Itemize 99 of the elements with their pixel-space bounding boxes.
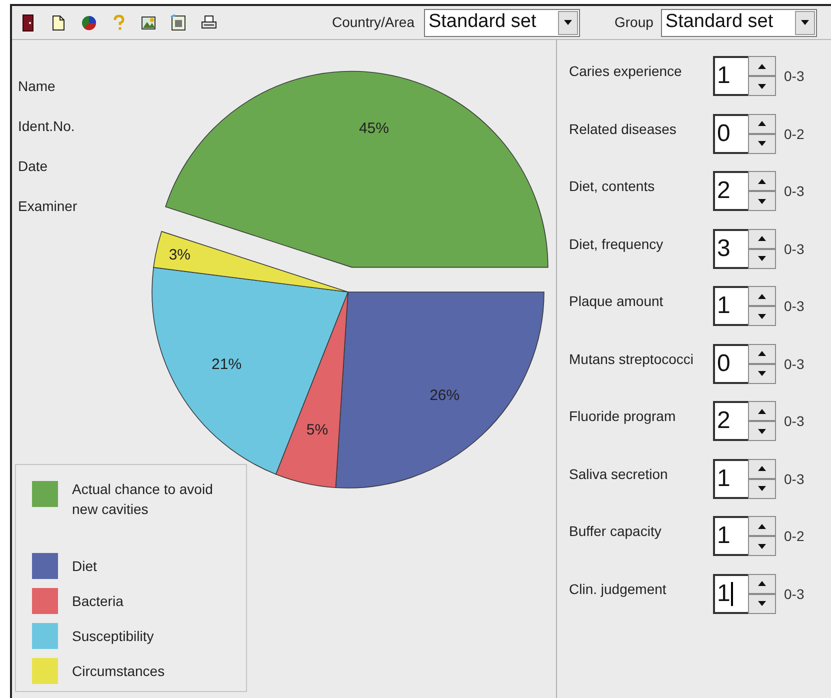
legend-swatch bbox=[32, 622, 58, 649]
legend-label: Actual chance to avoid new cavities bbox=[72, 480, 214, 519]
selector-label: Country/Area bbox=[332, 13, 414, 32]
spin-down-button[interactable] bbox=[748, 191, 776, 211]
range-label: 0-3 bbox=[784, 412, 804, 431]
field-label: Examiner bbox=[18, 197, 78, 216]
range-label: 0-3 bbox=[784, 240, 804, 258]
up-arrow-icon[interactable] bbox=[758, 178, 766, 184]
range-label: 0-3 bbox=[784, 297, 804, 316]
spin-down-button[interactable] bbox=[748, 364, 776, 384]
factor-label: Buffer capacity bbox=[569, 522, 662, 540]
up-arrow-icon[interactable] bbox=[758, 524, 766, 528]
spin-down-button[interactable] bbox=[748, 306, 776, 326]
value-field[interactable]: 2 bbox=[713, 171, 748, 211]
spin-down-button[interactable] bbox=[748, 248, 776, 268]
range-label: 0-3 bbox=[784, 584, 804, 604]
value-field[interactable]: 1 bbox=[713, 516, 748, 556]
up-arrow-icon[interactable] bbox=[758, 581, 766, 586]
value-field[interactable]: 0 bbox=[713, 344, 748, 384]
spin-up-button[interactable] bbox=[748, 516, 776, 536]
picture-icon[interactable] bbox=[170, 14, 188, 32]
up-arrow-icon[interactable] bbox=[758, 408, 766, 414]
up-arrow-icon[interactable] bbox=[758, 64, 766, 68]
spin-down-button[interactable] bbox=[748, 478, 776, 498]
factor-label: Related diseases bbox=[569, 120, 678, 138]
value-field[interactable]: 3 bbox=[713, 228, 748, 268]
up-arrow-icon[interactable] bbox=[758, 236, 766, 241]
selector-label: Group bbox=[614, 13, 654, 32]
range-label: 0-2 bbox=[784, 124, 804, 144]
spin-up-button[interactable] bbox=[748, 458, 776, 478]
down-arrow-icon[interactable] bbox=[758, 486, 766, 491]
value-field[interactable]: 2 bbox=[713, 401, 748, 441]
dropdown[interactable]: Standard set bbox=[424, 8, 580, 36]
spin-up-button[interactable] bbox=[748, 344, 776, 364]
range-label: 0-3 bbox=[784, 67, 804, 86]
spin-down-button[interactable] bbox=[748, 421, 776, 441]
slice-label: 5% bbox=[306, 422, 328, 439]
legend-label: Susceptibility bbox=[72, 626, 155, 646]
spin-down-button[interactable] bbox=[748, 594, 776, 614]
up-arrow-icon[interactable] bbox=[758, 466, 766, 471]
dropdown-arrow-icon[interactable] bbox=[564, 20, 572, 25]
down-arrow-icon[interactable] bbox=[758, 84, 766, 88]
down-arrow-icon[interactable] bbox=[758, 601, 766, 606]
spin-down-button[interactable] bbox=[748, 134, 776, 154]
value-field[interactable]: 1 bbox=[713, 56, 748, 96]
spin-up-button[interactable] bbox=[748, 401, 776, 421]
spin-up-button[interactable] bbox=[748, 286, 776, 306]
value-field[interactable]: 0 bbox=[713, 114, 748, 154]
down-arrow-icon[interactable] bbox=[758, 544, 766, 548]
slice-label: 21% bbox=[212, 356, 242, 373]
legend-label: Circumstances bbox=[72, 662, 166, 681]
field-label: Date bbox=[18, 157, 48, 176]
range-label: 0-3 bbox=[784, 354, 804, 374]
value-field[interactable]: 1 bbox=[713, 574, 748, 614]
legend-swatch bbox=[32, 658, 58, 684]
legend-label: Bacteria bbox=[72, 592, 124, 611]
spin-up-button[interactable] bbox=[748, 228, 776, 248]
up-arrow-icon[interactable] bbox=[758, 121, 766, 126]
legend-swatch bbox=[32, 588, 58, 614]
field-label: Name bbox=[18, 77, 56, 96]
factor-label: Mutans streptococci bbox=[569, 350, 694, 368]
legend-label: Diet bbox=[72, 556, 98, 576]
up-arrow-icon[interactable] bbox=[758, 351, 766, 356]
range-label: 0-3 bbox=[784, 182, 804, 201]
pie-chart-icon[interactable] bbox=[80, 14, 98, 32]
spin-up-button[interactable] bbox=[748, 574, 776, 594]
legend-swatch bbox=[32, 552, 58, 579]
factor-label: Diet, contents bbox=[569, 177, 656, 195]
printer-icon[interactable] bbox=[200, 14, 218, 32]
down-arrow-icon[interactable] bbox=[758, 198, 766, 204]
slice-label: 3% bbox=[168, 246, 191, 264]
factor-label: Saliva secretion bbox=[569, 464, 669, 482]
value-field[interactable]: 1 bbox=[713, 286, 748, 326]
factor-label: Caries experience bbox=[569, 62, 683, 80]
slice-label: 45% bbox=[358, 120, 389, 137]
factor-label: Diet, frequency bbox=[569, 234, 664, 252]
factor-label: Plaque amount bbox=[569, 292, 664, 310]
factor-label: Clin. judgement bbox=[569, 580, 668, 598]
legend-swatch bbox=[32, 481, 58, 507]
spin-down-button[interactable] bbox=[748, 76, 776, 96]
down-arrow-icon[interactable] bbox=[758, 141, 766, 146]
down-arrow-icon[interactable] bbox=[758, 314, 766, 318]
slice-label: 26% bbox=[430, 386, 460, 404]
spin-up-button[interactable] bbox=[748, 56, 776, 76]
spin-down-button[interactable] bbox=[748, 536, 776, 556]
range-label: 0-3 bbox=[784, 470, 804, 488]
value-field[interactable]: 1 bbox=[713, 458, 748, 498]
down-arrow-icon[interactable] bbox=[758, 256, 766, 261]
down-arrow-icon[interactable] bbox=[758, 428, 766, 434]
spin-up-button[interactable] bbox=[748, 171, 776, 191]
picture-icon[interactable] bbox=[140, 14, 158, 32]
down-arrow-icon[interactable] bbox=[758, 371, 766, 376]
factor-label: Fluoride program bbox=[569, 407, 677, 425]
up-arrow-icon[interactable] bbox=[758, 294, 766, 298]
field-label: Ident.No. bbox=[18, 117, 75, 136]
dropdown[interactable]: Standard set bbox=[661, 8, 818, 36]
spin-up-button[interactable] bbox=[748, 114, 776, 134]
range-label: 0-2 bbox=[784, 527, 804, 546]
dropdown-arrow-icon[interactable] bbox=[801, 20, 810, 25]
